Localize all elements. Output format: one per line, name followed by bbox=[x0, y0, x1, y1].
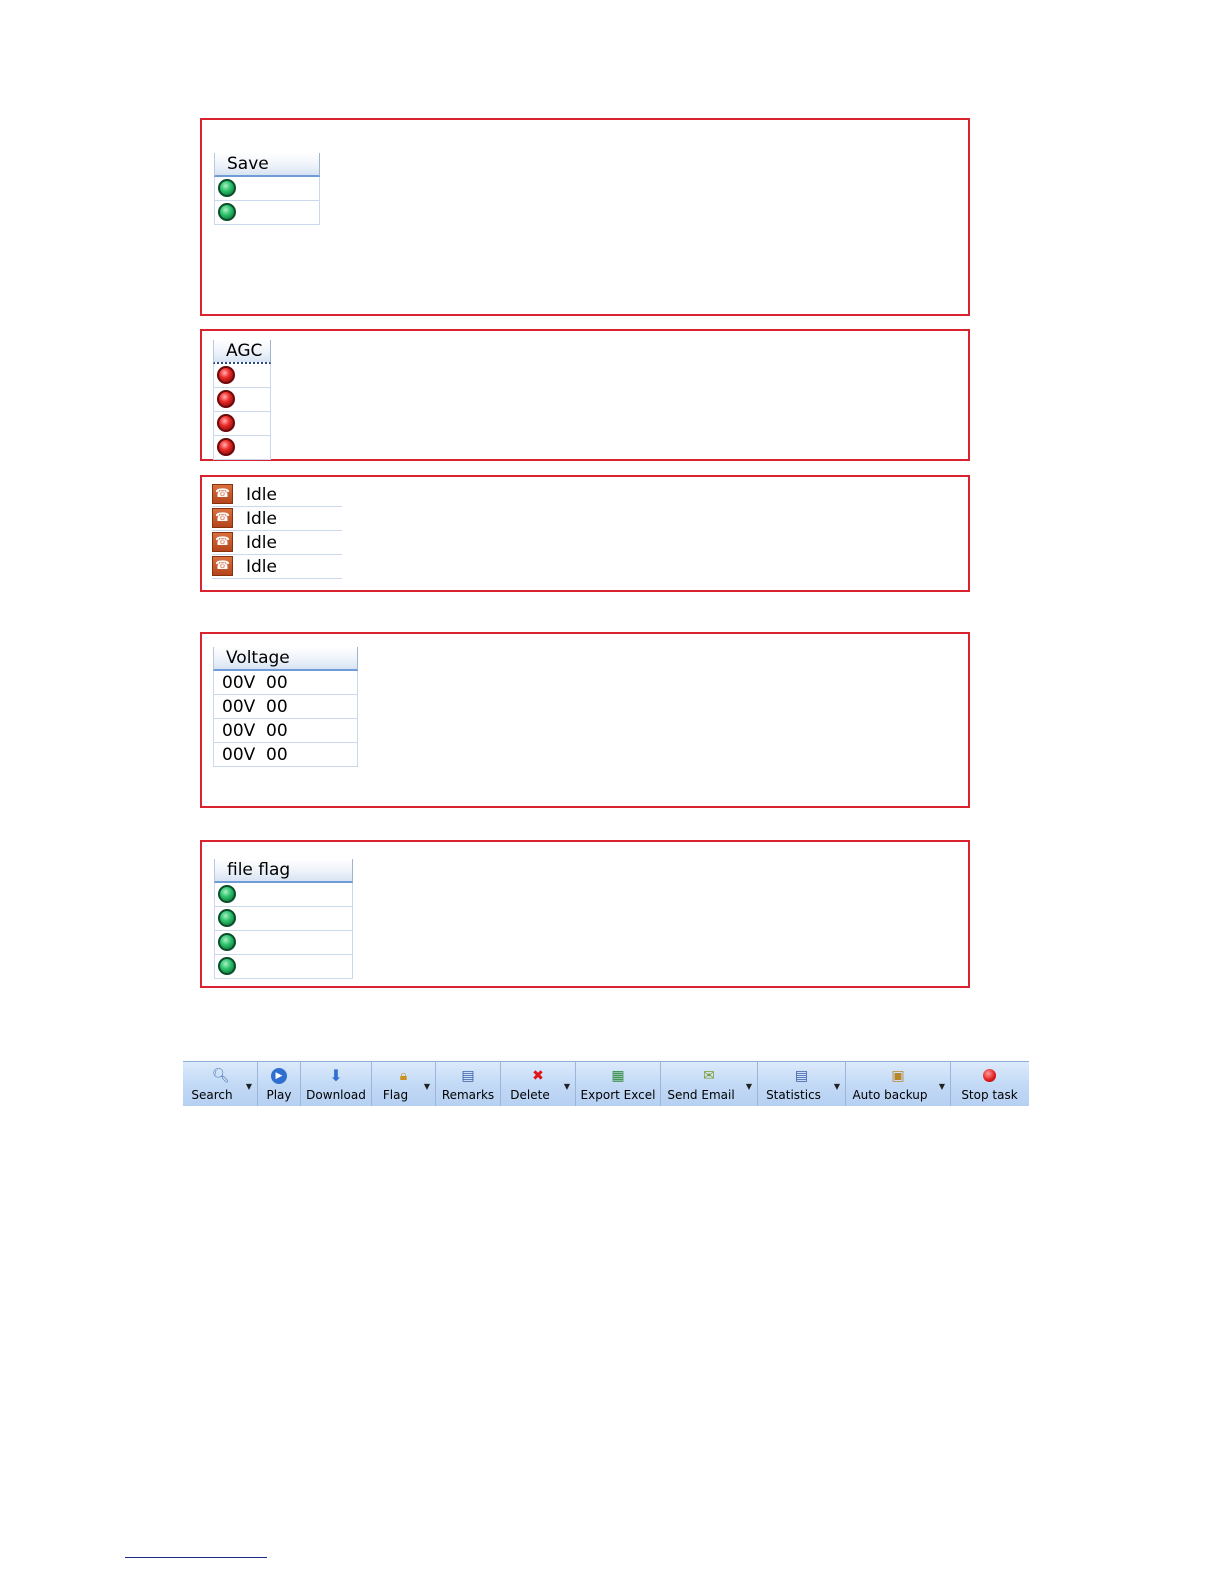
file-flag-row[interactable] bbox=[214, 931, 353, 955]
notebook-icon: ▤ bbox=[461, 1068, 475, 1084]
excel-icon: ▦ bbox=[611, 1068, 625, 1084]
save-row[interactable] bbox=[214, 201, 320, 225]
red-status-icon bbox=[217, 438, 235, 456]
agc-column-header[interactable]: AGC bbox=[213, 340, 271, 364]
line-status-label: Idle bbox=[246, 533, 277, 553]
red-status-icon bbox=[217, 390, 235, 408]
remarks-button[interactable]: ▤ Remarks bbox=[436, 1062, 501, 1106]
backup-icon: ▣ bbox=[891, 1068, 905, 1084]
file-flag-row[interactable] bbox=[214, 955, 353, 979]
dropdown-arrow-icon[interactable]: ▼ bbox=[746, 1082, 752, 1091]
save-column: Save bbox=[214, 153, 320, 225]
line-status-row[interactable]: ☎ Idle bbox=[212, 531, 342, 555]
email-icon: ✉ bbox=[703, 1068, 715, 1084]
green-status-icon bbox=[218, 933, 236, 951]
line-status-label: Idle bbox=[246, 557, 277, 577]
play-icon: ▶ bbox=[271, 1068, 287, 1084]
dropdown-arrow-icon[interactable]: ▼ bbox=[834, 1082, 840, 1091]
search-button[interactable]: 🔍︎ Search ▼ bbox=[183, 1062, 258, 1106]
voltage-level: 00 bbox=[266, 673, 288, 693]
agc-row[interactable] bbox=[213, 436, 271, 460]
play-button[interactable]: ▶ Play bbox=[258, 1062, 301, 1106]
save-panel: Save bbox=[200, 118, 970, 316]
phone-handset-icon: ☎ bbox=[212, 532, 233, 552]
voltage-value: 00V bbox=[222, 697, 256, 717]
voltage-level: 00 bbox=[266, 721, 288, 741]
red-status-icon bbox=[217, 366, 235, 384]
dropdown-arrow-icon[interactable]: ▼ bbox=[246, 1082, 252, 1091]
line-status-label: Idle bbox=[246, 485, 277, 505]
green-status-icon bbox=[218, 179, 236, 197]
export-excel-button[interactable]: ▦ Export Excel bbox=[576, 1062, 661, 1106]
dropdown-arrow-icon[interactable]: ▼ bbox=[424, 1082, 430, 1091]
flag-button[interactable]: 🔒︎ Flag ▼ bbox=[372, 1062, 436, 1106]
statistics-icon: ▤ bbox=[794, 1068, 809, 1084]
voltage-value: 00V bbox=[222, 745, 256, 765]
file-flag-row[interactable] bbox=[214, 907, 353, 931]
green-status-icon bbox=[218, 203, 236, 221]
agc-row[interactable] bbox=[213, 364, 271, 388]
dropdown-arrow-icon[interactable]: ▼ bbox=[564, 1082, 570, 1091]
line-status-panel: ☎ Idle ☎ Idle ☎ Idle ☎ Idle bbox=[200, 475, 970, 592]
voltage-row[interactable]: 00V 00 bbox=[213, 743, 358, 767]
agc-column: AGC bbox=[213, 340, 271, 460]
file-flag-panel: file flag bbox=[200, 840, 970, 988]
line-status-column: ☎ Idle ☎ Idle ☎ Idle ☎ Idle bbox=[212, 483, 342, 579]
voltage-level: 00 bbox=[266, 697, 288, 717]
line-status-row[interactable]: ☎ Idle bbox=[212, 483, 342, 507]
line-status-row[interactable]: ☎ Idle bbox=[212, 555, 342, 579]
footnote-separator bbox=[125, 1557, 267, 1558]
agc-row[interactable] bbox=[213, 412, 271, 436]
phone-handset-icon: ☎ bbox=[212, 508, 233, 528]
file-flag-column: file flag bbox=[214, 859, 353, 979]
phone-handset-icon: ☎ bbox=[212, 556, 233, 576]
stop-task-button[interactable]: Stop task bbox=[951, 1062, 1028, 1106]
send-email-button[interactable]: ✉ Send Email ▼ bbox=[661, 1062, 758, 1106]
red-x-icon: ✖ bbox=[532, 1068, 544, 1084]
voltage-value: 00V bbox=[222, 721, 256, 741]
line-status-row[interactable]: ☎ Idle bbox=[212, 507, 342, 531]
green-status-icon bbox=[218, 909, 236, 927]
download-button[interactable]: ⬇ Download bbox=[301, 1062, 372, 1106]
voltage-row[interactable]: 00V 00 bbox=[213, 719, 358, 743]
save-column-header[interactable]: Save bbox=[214, 153, 320, 177]
file-flag-column-header[interactable]: file flag bbox=[214, 859, 353, 883]
line-status-label: Idle bbox=[246, 509, 277, 529]
voltage-panel: Voltage 00V 00 00V 00 00V 00 00V 00 bbox=[200, 632, 970, 808]
voltage-column-header[interactable]: Voltage bbox=[213, 647, 358, 671]
phone-handset-icon: ☎ bbox=[212, 484, 233, 504]
save-row[interactable] bbox=[214, 177, 320, 201]
voltage-row[interactable]: 00V 00 bbox=[213, 671, 358, 695]
download-arrow-icon: ⬇ bbox=[329, 1066, 343, 1085]
green-status-icon bbox=[218, 885, 236, 903]
main-toolbar: 🔍︎ Search ▼ ▶ Play ⬇ Download 🔒︎ Flag ▼ … bbox=[183, 1061, 1029, 1106]
voltage-column: Voltage 00V 00 00V 00 00V 00 00V 00 bbox=[213, 647, 358, 767]
stop-icon bbox=[983, 1069, 996, 1082]
agc-row[interactable] bbox=[213, 388, 271, 412]
file-flag-row[interactable] bbox=[214, 883, 353, 907]
voltage-row[interactable]: 00V 00 bbox=[213, 695, 358, 719]
green-status-icon bbox=[218, 957, 236, 975]
lock-icon: 🔒︎ bbox=[399, 1068, 408, 1084]
voltage-level: 00 bbox=[266, 745, 288, 765]
statistics-button[interactable]: ▤ Statistics ▼ bbox=[758, 1062, 846, 1106]
magnifier-icon: 🔍︎ bbox=[212, 1068, 230, 1084]
voltage-value: 00V bbox=[222, 673, 256, 693]
delete-button[interactable]: ✖ Delete ▼ bbox=[501, 1062, 576, 1106]
auto-backup-button[interactable]: ▣ Auto backup ▼ bbox=[846, 1062, 951, 1106]
red-status-icon bbox=[217, 414, 235, 432]
agc-panel: AGC bbox=[200, 329, 970, 461]
dropdown-arrow-icon[interactable]: ▼ bbox=[939, 1082, 945, 1091]
